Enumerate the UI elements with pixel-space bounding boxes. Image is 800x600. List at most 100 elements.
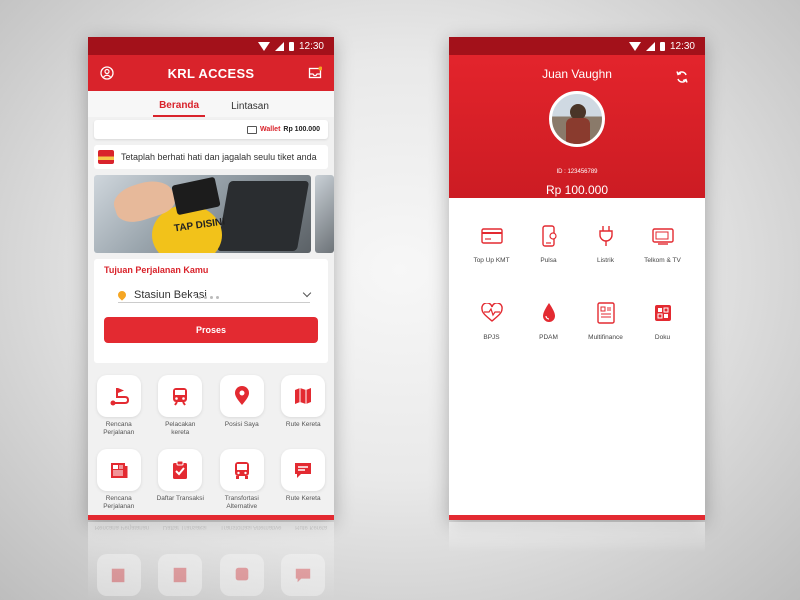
tab-beranda[interactable]: Beranda bbox=[153, 100, 206, 117]
carousel-dot[interactable] bbox=[210, 296, 213, 299]
balance: Rp 100.000 bbox=[545, 183, 609, 197]
wallet-icon bbox=[247, 125, 258, 134]
battery-icon bbox=[659, 41, 665, 51]
carousel-dot[interactable] bbox=[192, 296, 195, 299]
service-label: Doku bbox=[654, 334, 671, 341]
reflection: Rencana Perjalanan Daftar Transaksi Tran… bbox=[88, 522, 334, 600]
service-item[interactable]: Telkom & TV bbox=[634, 225, 691, 264]
profile-icon[interactable] bbox=[100, 66, 114, 80]
service-item[interactable]: Top Up KMT bbox=[463, 225, 520, 264]
bus-icon bbox=[219, 554, 264, 596]
carousel-dot[interactable] bbox=[204, 296, 207, 299]
refresh-icon[interactable] bbox=[675, 70, 689, 84]
service-label: PDAM bbox=[539, 334, 558, 341]
checklist-icon bbox=[158, 554, 203, 596]
avatar[interactable] bbox=[549, 91, 605, 147]
user-id: ID : 123456789 bbox=[556, 169, 598, 175]
wallet-amount: Rp 100.000 bbox=[283, 126, 320, 133]
reflection-label: Daftar Transaksi bbox=[162, 524, 207, 530]
menu-item[interactable]: Daftar Transaksi bbox=[150, 449, 212, 520]
profile-screen: 12:30 Juan Vaughn ID : 123456789 Rp 100.… bbox=[449, 37, 705, 520]
card-icon bbox=[480, 225, 503, 247]
menu-label: Rencana Perjalanan bbox=[103, 421, 135, 436]
notice-text: Tetaplah berhati hati dan jagalah seulu … bbox=[121, 152, 317, 162]
journey-card: Tujuan Perjalanan Kamu Stasiun Bekasi Pr… bbox=[94, 259, 328, 363]
inbox-icon[interactable] bbox=[308, 66, 322, 80]
gate-machine bbox=[216, 181, 309, 251]
status-bar: 12:30 bbox=[88, 37, 334, 55]
ticket-icon bbox=[98, 150, 114, 164]
promo-next-image[interactable] bbox=[314, 175, 334, 253]
menu-item[interactable]: Pelacakan kereta bbox=[150, 375, 212, 449]
station-value: Stasiun Bekasi bbox=[134, 288, 207, 301]
services-grid: Top Up KMT Pulsa Listrik Telkom & TV BPJ… bbox=[463, 225, 691, 341]
service-label: Pulsa bbox=[540, 257, 557, 264]
map-icon bbox=[281, 375, 326, 417]
proses-button[interactable]: Proses bbox=[104, 317, 318, 343]
chat-icon bbox=[281, 554, 326, 596]
wallet-card[interactable]: Wallet Rp 100.000 bbox=[94, 120, 328, 139]
carousel-dot[interactable] bbox=[198, 296, 201, 299]
service-item[interactable]: Multifinance bbox=[577, 302, 634, 341]
reflection bbox=[449, 522, 705, 552]
location-pin-icon bbox=[116, 288, 128, 301]
chat-icon bbox=[281, 449, 326, 491]
phone-icon bbox=[538, 225, 560, 247]
signal-icon bbox=[645, 41, 655, 51]
heart-pulse-icon bbox=[480, 302, 503, 324]
menu-item[interactable]: Rencana Perjalanan bbox=[88, 375, 150, 449]
menu-label: Pelacakan kereta bbox=[165, 421, 196, 436]
checklist-icon bbox=[158, 449, 203, 491]
menu-grid: Rencana Perjalanan Pelacakan kereta Posi… bbox=[88, 375, 334, 520]
tv-icon bbox=[651, 225, 674, 247]
menu-item[interactable]: Rute Kereta bbox=[273, 375, 335, 449]
route-plan-icon bbox=[96, 375, 141, 417]
promo-image[interactable]: TAP DISINI bbox=[94, 175, 311, 253]
chevron-down-icon bbox=[302, 288, 312, 298]
service-item[interactable]: Listrik bbox=[577, 225, 634, 264]
reflection-icons bbox=[88, 554, 334, 596]
service-item[interactable]: PDAM bbox=[520, 302, 577, 341]
tab-bar: Beranda Lintasan bbox=[88, 91, 334, 117]
menu-item[interactable]: Rencana Perjalanan bbox=[88, 449, 150, 520]
card-image bbox=[171, 176, 221, 216]
service-item[interactable]: Pulsa bbox=[520, 225, 577, 264]
reflection-label: Rencana Perjalanan bbox=[94, 524, 150, 530]
doku-icon bbox=[652, 302, 674, 324]
reflection-labels: Rencana Perjalanan Daftar Transaksi Tran… bbox=[88, 524, 334, 530]
train-icon bbox=[158, 375, 203, 417]
service-item[interactable]: BPJS bbox=[463, 302, 520, 341]
battery-icon bbox=[288, 41, 294, 51]
news-icon bbox=[96, 449, 141, 491]
menu-item[interactable]: Transfortasi Alternative bbox=[211, 449, 273, 520]
signal-icon bbox=[274, 41, 284, 51]
menu-label: Posisi Saya bbox=[224, 421, 259, 428]
app-title: KRL ACCESS bbox=[167, 65, 255, 81]
bottom-bar bbox=[449, 515, 705, 520]
plug-icon bbox=[595, 225, 617, 247]
menu-item[interactable]: Rute Kereta bbox=[273, 449, 335, 520]
status-bar: 12:30 bbox=[449, 37, 705, 55]
status-time: 12:30 bbox=[669, 40, 695, 52]
app-header: KRL ACCESS bbox=[88, 55, 334, 91]
carousel-dot[interactable] bbox=[216, 296, 219, 299]
tab-lintasan[interactable]: Lintasan bbox=[231, 101, 269, 117]
profile-header: Juan Vaughn ID : 123456789 Rp 100.000 bbox=[449, 55, 705, 198]
location-pin-icon bbox=[219, 375, 264, 417]
bus-icon bbox=[219, 449, 264, 491]
status-time: 12:30 bbox=[298, 40, 324, 52]
journey-title: Tujuan Perjalanan Kamu bbox=[104, 265, 209, 275]
avatar-body bbox=[566, 118, 590, 144]
service-label: Listrik bbox=[597, 257, 614, 264]
bottom-bar bbox=[88, 515, 334, 520]
promo-carousel[interactable]: TAP DISINI bbox=[94, 175, 334, 253]
carousel-dots bbox=[192, 296, 219, 299]
menu-label: Rute Kereta bbox=[285, 495, 321, 502]
station-select[interactable]: Stasiun Bekasi bbox=[116, 287, 312, 303]
menu-label: Rute Kereta bbox=[285, 421, 321, 428]
menu-item[interactable]: Posisi Saya bbox=[211, 375, 273, 449]
news-icon bbox=[96, 554, 141, 596]
menu-label: Daftar Transaksi bbox=[156, 495, 204, 502]
service-item[interactable]: Doku bbox=[634, 302, 691, 341]
document-icon bbox=[595, 302, 617, 324]
